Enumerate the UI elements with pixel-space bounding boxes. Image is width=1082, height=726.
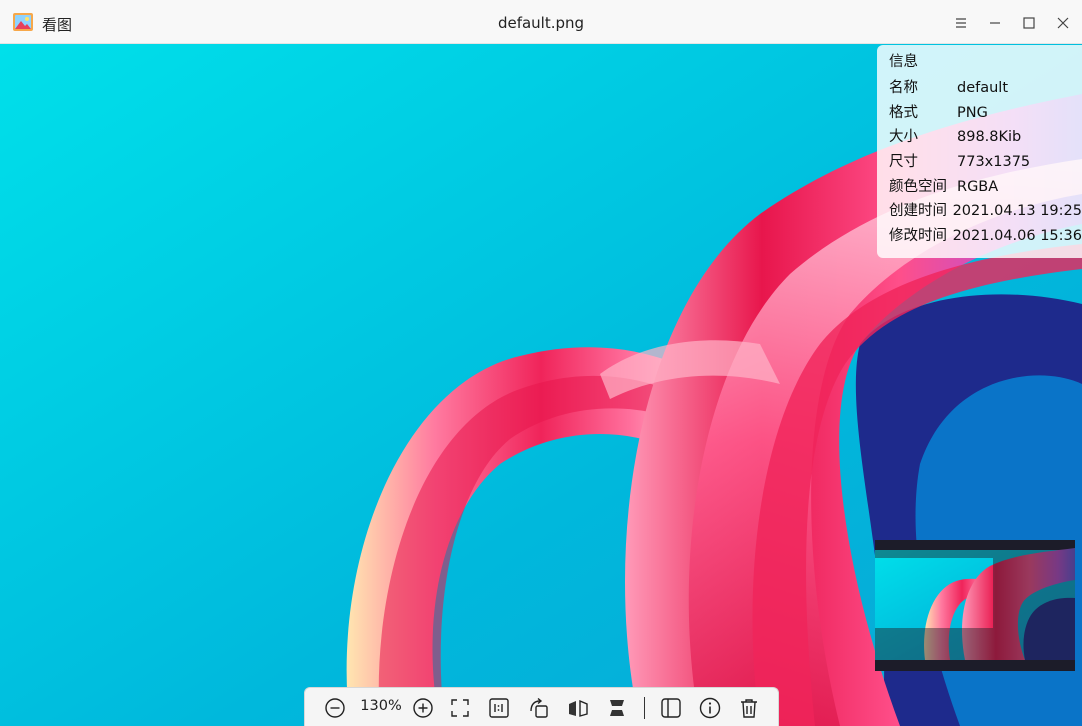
info-value: 2021.04.06 15:36 (952, 228, 1082, 245)
info-row-modified: 修改时间 2021.04.06 15:36 (889, 224, 1082, 249)
info-key: 修改时间 (889, 228, 947, 245)
thumbnail-image (875, 540, 1075, 671)
delete-button[interactable] (737, 696, 761, 720)
original-size-button[interactable] (487, 696, 511, 720)
rotate-button[interactable] (527, 696, 551, 720)
info-key: 名称 (889, 80, 918, 96)
rotate-icon (530, 697, 548, 718)
zoom-in-button[interactable] (411, 696, 435, 720)
flip-horizontal-button[interactable] (566, 696, 590, 720)
zoom-level: 130% (360, 698, 402, 714)
sidebar-icon (661, 698, 681, 718)
fit-window-button[interactable] (448, 696, 472, 720)
info-key: 创建时间 (889, 203, 947, 220)
fit-window-icon (451, 699, 469, 717)
info-panel: 信息 名称 default 格式 PNG 大小 898.8Kib 尺寸 773x… (877, 45, 1082, 258)
sidebar-toggle-button[interactable] (659, 696, 683, 720)
navigation-thumbnail[interactable] (875, 540, 1075, 671)
close-icon (1057, 17, 1069, 29)
info-key: 颜色空间 (889, 178, 947, 195)
flip-vertical-button[interactable] (605, 696, 629, 720)
original-size-icon (489, 698, 509, 718)
info-value: default (957, 80, 1009, 96)
info-row-size: 大小 898.8Kib (889, 125, 1082, 150)
window-title: default.png (497, 14, 585, 32)
info-key: 大小 (889, 129, 918, 146)
menu-icon (956, 18, 966, 28)
zoom-out-icon (325, 698, 345, 718)
info-row-created: 创建时间 2021.04.13 19:25 (889, 199, 1082, 224)
info-row-color-space: 颜色空间 RGBA (889, 175, 1082, 200)
minimize-icon (990, 22, 1000, 24)
toolbar-divider (644, 697, 645, 719)
minimize-button[interactable] (984, 12, 1006, 34)
bottom-toolbar: 130% (304, 687, 779, 726)
info-value: 2021.04.13 19:25 (952, 203, 1082, 220)
trash-icon (741, 699, 757, 718)
info-row-format: 格式 PNG (889, 101, 1082, 126)
info-row-dimensions: 尺寸 773x1375 (889, 150, 1082, 175)
info-button[interactable] (698, 696, 722, 720)
flip-vertical-icon (610, 700, 624, 716)
title-bar: 看图 default.png (0, 0, 1082, 44)
info-value: RGBA (957, 178, 999, 195)
info-panel-title: 信息 (889, 54, 918, 70)
maximize-button[interactable] (1018, 12, 1040, 34)
info-value: 898.8Kib (957, 129, 1022, 146)
close-button[interactable] (1052, 12, 1074, 34)
info-row-name: 名称 default (889, 76, 1082, 101)
info-key: 格式 (889, 104, 918, 121)
zoom-in-icon (413, 698, 433, 718)
info-icon (699, 697, 721, 719)
maximize-icon (1023, 17, 1035, 29)
menu-button[interactable] (950, 12, 972, 34)
zoom-out-button[interactable] (323, 696, 347, 720)
info-key: 尺寸 (889, 154, 918, 171)
info-value: PNG (957, 104, 988, 121)
info-value: 773x1375 (957, 154, 1031, 171)
flip-horizontal-icon (569, 699, 588, 717)
